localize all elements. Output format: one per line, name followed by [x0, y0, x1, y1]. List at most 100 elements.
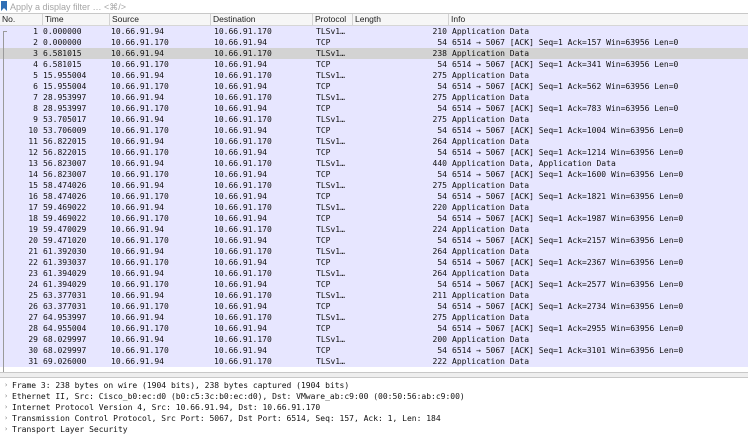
packet-row[interactable]: 24 61.394029 10.66.91.170 10.66.91.94 TCP 54 6…	[0, 279, 748, 290]
detail-tree-item[interactable]: › Transport Layer Security	[0, 424, 748, 435]
packet-proto-cell: TCP	[316, 280, 331, 289]
packet-len-cell: 54	[437, 148, 447, 157]
packet-row[interactable]: 29 68.029997 10.66.91.94 10.66.91.170 TLSv1……	[0, 334, 748, 345]
packet-info-cell: 6514 → 5067 [ACK] Seq=1 Ack=2734 Win=639…	[452, 302, 684, 311]
packet-time-cell: 61.394029	[43, 269, 87, 278]
packet-details-pane[interactable]: › Frame 3: 238 bytes on wire (1904 bits),…	[0, 378, 748, 440]
display-filter-input[interactable]	[10, 0, 746, 13]
packet-row[interactable]: 20 59.471020 10.66.91.170 10.66.91.94 TCP 54 6…	[0, 235, 748, 246]
disclosure-arrow-icon[interactable]: ›	[4, 424, 8, 435]
packet-row[interactable]: 19 59.470029 10.66.91.94 10.66.91.170 TLSv1……	[0, 224, 748, 235]
packet-len-cell: 275	[432, 115, 447, 124]
packet-row[interactable]: 28 64.955004 10.66.91.170 10.66.91.94 TCP 54 6…	[0, 323, 748, 334]
packet-info-cell: Application Data	[452, 247, 530, 256]
disclosure-arrow-icon[interactable]: ›	[4, 380, 8, 391]
packet-time-cell: 6.581015	[43, 49, 82, 58]
packet-info-cell: Application Data	[452, 137, 530, 146]
packet-src-cell: 10.66.91.94	[111, 335, 164, 344]
packet-row[interactable]: 6 15.955004 10.66.91.170 10.66.91.94 TCP 54 65…	[0, 81, 748, 92]
column-header-length[interactable]: Length	[352, 14, 448, 25]
packet-proto-cell: TCP	[316, 148, 331, 157]
packet-src-cell: 10.66.91.170	[111, 324, 169, 333]
packet-list[interactable]: 1 0.000000 10.66.91.94 10.66.91.170 TLSv1… 21…	[0, 26, 748, 370]
disclosure-arrow-icon[interactable]: ›	[4, 402, 8, 413]
packet-row[interactable]: 17 59.469022 10.66.91.94 10.66.91.170 TLSv1……	[0, 202, 748, 213]
packet-row[interactable]: 25 63.377031 10.66.91.94 10.66.91.170 TLSv1……	[0, 290, 748, 301]
packet-row[interactable]: 5 15.955004 10.66.91.94 10.66.91.170 TLSv1… 2…	[0, 70, 748, 81]
column-header-destination[interactable]: Destination	[210, 14, 312, 25]
packet-dst-cell: 10.66.91.94	[214, 258, 267, 267]
packet-len-cell: 54	[437, 280, 447, 289]
packet-time-cell: 68.029997	[43, 346, 87, 355]
packet-row[interactable]: 14 56.823007 10.66.91.170 10.66.91.94 TCP 54 6…	[0, 169, 748, 180]
packet-row[interactable]: 12 56.822015 10.66.91.170 10.66.91.94 TCP 54 6…	[0, 147, 748, 158]
packet-row[interactable]: 21 61.392030 10.66.91.94 10.66.91.170 TLSv1……	[0, 246, 748, 257]
packet-dst-cell: 10.66.91.170	[214, 71, 272, 80]
packet-proto-cell: TLSv1…	[316, 247, 345, 256]
disclosure-arrow-icon[interactable]: ›	[4, 413, 8, 424]
packet-row[interactable]: 16 58.474026 10.66.91.170 10.66.91.94 TCP 54 6…	[0, 191, 748, 202]
column-header-source[interactable]: Source	[109, 14, 210, 25]
packet-proto-cell: TCP	[316, 192, 331, 201]
packet-time-cell: 56.822015	[43, 148, 87, 157]
packet-row[interactable]: 22 61.393037 10.66.91.170 10.66.91.94 TCP 54 6…	[0, 257, 748, 268]
packet-proto-cell: TLSv1…	[316, 291, 345, 300]
packet-len-cell: 54	[437, 214, 447, 223]
packet-len-cell: 54	[437, 170, 447, 179]
packet-proto-cell: TCP	[316, 60, 331, 69]
column-header-protocol[interactable]: Protocol	[312, 14, 352, 25]
packet-dst-cell: 10.66.91.94	[214, 192, 267, 201]
column-header-time[interactable]: Time	[42, 14, 109, 25]
packet-row[interactable]: 11 56.822015 10.66.91.94 10.66.91.170 TLSv1……	[0, 136, 748, 147]
packet-time-cell: 59.470029	[43, 225, 87, 234]
detail-tree-item[interactable]: › Transmission Control Protocol, Src Port…	[0, 413, 748, 424]
packet-row[interactable]: 1 0.000000 10.66.91.94 10.66.91.170 TLSv1… 21…	[0, 26, 748, 37]
packet-time-cell: 59.471020	[43, 236, 87, 245]
packet-len-cell: 54	[437, 126, 447, 135]
column-header-info[interactable]: Info	[448, 14, 748, 25]
packet-proto-cell: TLSv1…	[316, 313, 345, 322]
packet-row[interactable]: 23 61.394029 10.66.91.94 10.66.91.170 TLSv1……	[0, 268, 748, 279]
packet-row[interactable]: 30 68.029997 10.66.91.170 10.66.91.94 TCP 54 6…	[0, 345, 748, 356]
packet-row[interactable]: 10 53.706009 10.66.91.170 10.66.91.94 TCP 54 6…	[0, 125, 748, 136]
packet-row[interactable]: 8 28.953997 10.66.91.170 10.66.91.94 TCP 54 65…	[0, 103, 748, 114]
packet-info-cell: 6514 → 5067 [ACK] Seq=1 Ack=1821 Win=639…	[452, 192, 684, 201]
packet-row[interactable]: 4 6.581015 10.66.91.170 10.66.91.94 TCP 54 651…	[0, 59, 748, 70]
detail-tree-item[interactable]: › Ethernet II, Src: Cisco_b0:ec:d0 (b0:c5…	[0, 391, 748, 402]
packet-info-cell: 6514 → 5067 [ACK] Seq=1 Ack=562 Win=6395…	[452, 82, 679, 91]
packet-info-cell: 6514 → 5067 [ACK] Seq=1 Ack=2367 Win=639…	[452, 258, 684, 267]
packet-len-cell: 264	[432, 137, 447, 146]
packet-info-cell: Application Data	[452, 357, 530, 366]
packet-dst-cell: 10.66.91.94	[214, 236, 267, 245]
detail-label: Frame 3: 238 bytes on wire (1904 bits), …	[12, 381, 350, 390]
packet-time-cell: 63.377031	[43, 291, 87, 300]
packet-proto-cell: TLSv1…	[316, 115, 345, 124]
packet-src-cell: 10.66.91.170	[111, 170, 169, 179]
packet-len-cell: 54	[437, 324, 447, 333]
packet-row[interactable]: 7 28.953997 10.66.91.94 10.66.91.170 TLSv1… 2…	[0, 92, 748, 103]
packet-proto-cell: TCP	[316, 236, 331, 245]
detail-tree-item[interactable]: › Internet Protocol Version 4, Src: 10.66…	[0, 402, 748, 413]
packet-proto-cell: TLSv1…	[316, 181, 345, 190]
packet-row[interactable]: 31 69.026000 10.66.91.94 10.66.91.170 TLSv1……	[0, 356, 748, 367]
disclosure-arrow-icon[interactable]: ›	[4, 391, 8, 402]
packet-dst-cell: 10.66.91.170	[214, 247, 272, 256]
packet-src-cell: 10.66.91.94	[111, 27, 164, 36]
detail-tree-item[interactable]: › Frame 3: 238 bytes on wire (1904 bits),…	[0, 380, 748, 391]
detail-label: Transport Layer Security	[12, 425, 128, 434]
packet-len-cell: 275	[432, 93, 447, 102]
packet-row[interactable]: 2 0.000000 10.66.91.170 10.66.91.94 TCP 54 651…	[0, 37, 748, 48]
bookmark-icon[interactable]	[1, 1, 7, 11]
packet-info-cell: 6514 → 5067 [ACK] Seq=1 Ack=157 Win=6395…	[452, 38, 679, 47]
packet-row[interactable]: 15 58.474026 10.66.91.94 10.66.91.170 TLSv1……	[0, 180, 748, 191]
packet-len-cell: 54	[437, 236, 447, 245]
column-header-no[interactable]: No.	[0, 14, 42, 25]
packet-row[interactable]: 26 63.377031 10.66.91.170 10.66.91.94 TCP 54 6…	[0, 301, 748, 312]
packet-row[interactable]: 13 56.823007 10.66.91.94 10.66.91.170 TLSv1……	[0, 158, 748, 169]
packet-row[interactable]: 3 6.581015 10.66.91.94 10.66.91.170 TLSv1… 23…	[0, 48, 748, 59]
packet-time-cell: 59.469022	[43, 214, 87, 223]
packet-row[interactable]: 9 53.705017 10.66.91.94 10.66.91.170 TLSv1… 2…	[0, 114, 748, 125]
packet-time-cell: 28.953997	[43, 104, 87, 113]
packet-row[interactable]: 27 64.953997 10.66.91.94 10.66.91.170 TLSv1……	[0, 312, 748, 323]
packet-row[interactable]: 18 59.469022 10.66.91.170 10.66.91.94 TCP 54 6…	[0, 213, 748, 224]
